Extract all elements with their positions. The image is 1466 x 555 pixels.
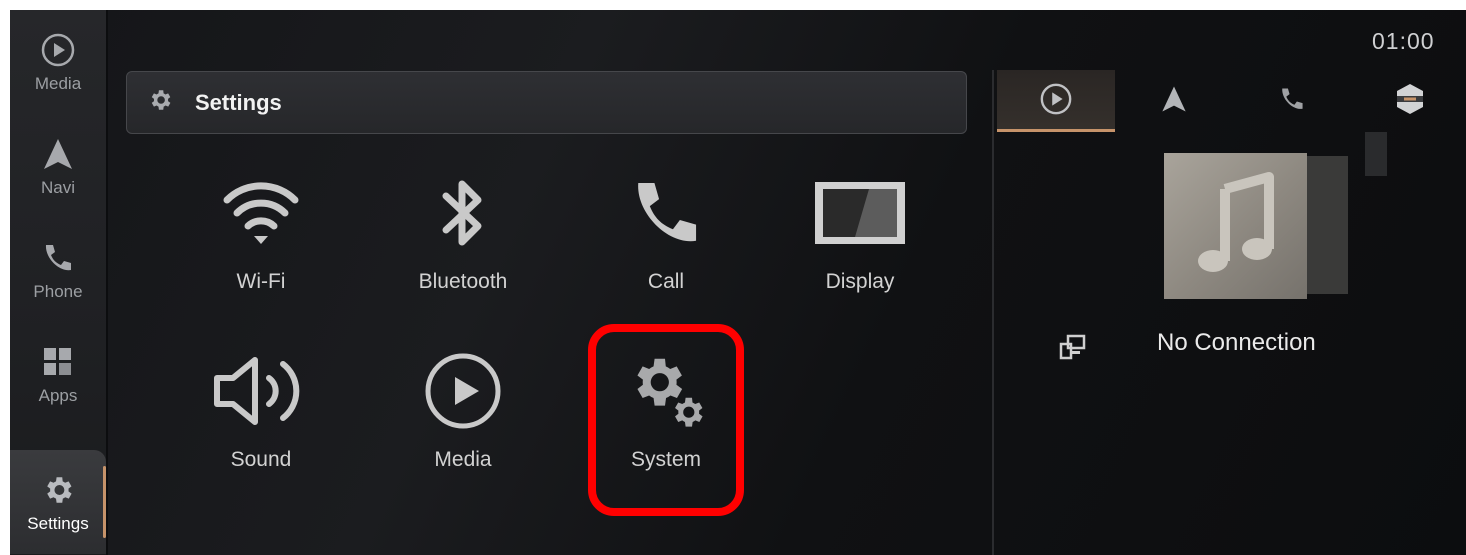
rail-item-label: Phone <box>33 282 83 301</box>
tile-label: Bluetooth <box>418 270 508 293</box>
tab-phone[interactable] <box>1233 70 1351 132</box>
rail-item-label: Media <box>34 74 82 93</box>
apps-grid-icon <box>43 342 73 382</box>
tab-navi[interactable] <box>1115 70 1233 132</box>
play-circle-icon <box>378 336 548 446</box>
phone-icon <box>581 158 751 268</box>
tile-label: Display <box>825 270 895 293</box>
page-title: Settings <box>195 89 282 115</box>
settings-tile-display[interactable]: Display <box>775 158 945 308</box>
settings-tile-bluetooth[interactable]: Bluetooth <box>378 158 548 308</box>
wifi-icon <box>176 158 346 268</box>
music-note-icon <box>1191 169 1281 284</box>
tab-hexagon[interactable] <box>1351 70 1466 132</box>
phone-icon <box>1279 86 1305 117</box>
rail-item-label: Navi <box>40 178 75 197</box>
connection-status: No Connection <box>1157 329 1316 356</box>
hexagon-icon <box>1395 83 1425 120</box>
tile-label: Wi-Fi <box>236 270 286 293</box>
album-art <box>1164 153 1307 299</box>
display-icon <box>775 158 945 268</box>
rail-item-navi[interactable]: Navi <box>10 114 106 218</box>
rail-item-settings[interactable]: Settings <box>10 450 106 554</box>
rail-item-label: Settings <box>27 514 89 533</box>
app-frame: Media Navi Phone Apps Settings Settings … <box>10 10 1466 555</box>
tile-label: System <box>630 448 701 471</box>
speaker-icon <box>176 336 346 446</box>
rail-edge-divider <box>106 10 108 555</box>
rail-item-phone[interactable]: Phone <box>10 218 106 322</box>
right-panel-tabs <box>997 70 1466 132</box>
gears-icon <box>581 336 751 446</box>
panel-divider <box>992 70 994 555</box>
gear-icon <box>147 87 173 118</box>
play-circle-icon <box>1039 82 1073 121</box>
tile-label: Media <box>434 448 492 471</box>
rail-item-apps[interactable]: Apps <box>10 322 106 426</box>
tile-label: Call <box>647 270 685 293</box>
settings-tile-call[interactable]: Call <box>581 158 751 308</box>
navigation-arrow-icon <box>1159 84 1189 119</box>
bluetooth-icon <box>378 158 548 268</box>
tab-media[interactable] <box>997 70 1115 132</box>
album-stack-shadow <box>1365 132 1387 176</box>
rail-item-label: Apps <box>38 386 78 405</box>
navigation-arrow-icon <box>40 134 76 174</box>
phone-icon <box>42 238 74 278</box>
tile-label: Sound <box>230 448 292 471</box>
settings-tile-media[interactable]: Media <box>378 336 548 486</box>
settings-tile-system[interactable]: System <box>581 336 751 486</box>
settings-header: Settings <box>126 71 967 134</box>
status-clock: 01:00 <box>1372 28 1435 54</box>
settings-tile-sound[interactable]: Sound <box>176 336 346 486</box>
rail-item-media[interactable]: Media <box>10 10 106 114</box>
settings-tile-wifi[interactable]: Wi-Fi <box>176 158 346 308</box>
left-rail: Media Navi Phone Apps Settings <box>10 10 106 555</box>
play-circle-icon <box>40 30 76 70</box>
gear-icon <box>41 470 75 510</box>
devices-icon <box>1058 332 1088 362</box>
